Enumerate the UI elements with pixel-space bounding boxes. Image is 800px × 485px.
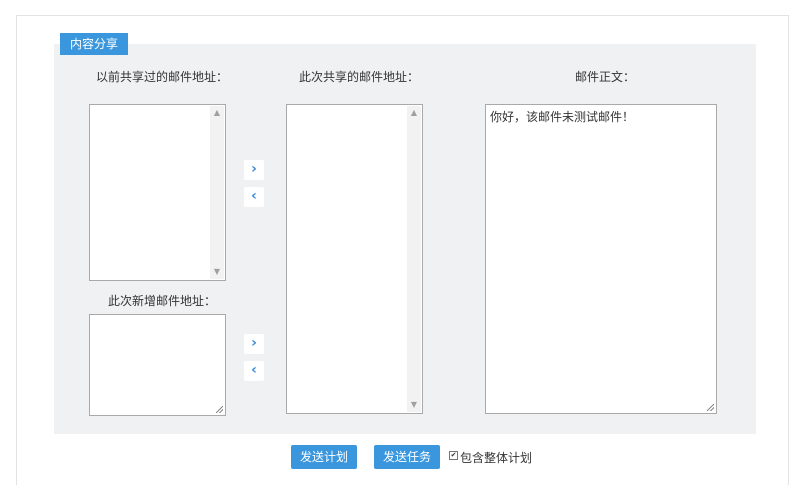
email-body-text: 你好，该邮件未测试邮件！ bbox=[490, 110, 635, 124]
email-body-label: 邮件正文： bbox=[575, 70, 636, 84]
resize-grip-icon[interactable] bbox=[707, 404, 714, 411]
send-plan-button[interactable]: 发送计划 bbox=[291, 445, 357, 469]
move-right-button-bottom[interactable]: › bbox=[244, 334, 264, 354]
move-left-button-bottom[interactable]: ‹ bbox=[244, 361, 264, 381]
new-added-label: 此次新增邮件地址： bbox=[108, 294, 217, 308]
move-right-button-top[interactable]: › bbox=[244, 160, 264, 180]
scroll-down-icon[interactable]: ▼ bbox=[210, 265, 224, 279]
new-added-textarea[interactable] bbox=[89, 314, 226, 416]
include-overall-plan-label[interactable]: 包含整体计划 bbox=[460, 449, 532, 466]
current-shared-label: 此次共享的邮件地址： bbox=[299, 70, 420, 84]
scroll-up-icon[interactable]: ▲ bbox=[210, 106, 224, 120]
move-left-button-top[interactable]: ‹ bbox=[244, 187, 264, 207]
include-overall-plan-checkbox[interactable]: ✔ bbox=[449, 451, 458, 460]
current-shared-scrollbar[interactable]: ▲ ▼ bbox=[407, 106, 421, 412]
scroll-down-icon[interactable]: ▼ bbox=[407, 398, 421, 412]
previous-shared-list[interactable]: ▲ ▼ bbox=[89, 104, 226, 281]
send-task-button[interactable]: 发送任务 bbox=[374, 445, 440, 469]
email-body-textarea[interactable]: 你好，该邮件未测试邮件！ bbox=[485, 104, 717, 414]
current-shared-list[interactable]: ▲ ▼ bbox=[286, 104, 423, 414]
scroll-up-icon[interactable]: ▲ bbox=[407, 106, 421, 120]
resize-grip-icon[interactable] bbox=[216, 406, 223, 413]
content-share-tab[interactable]: 内容分享 bbox=[60, 33, 129, 55]
previous-shared-label: 以前共享过的邮件地址： bbox=[96, 70, 229, 84]
previous-shared-scrollbar[interactable]: ▲ ▼ bbox=[210, 106, 224, 279]
